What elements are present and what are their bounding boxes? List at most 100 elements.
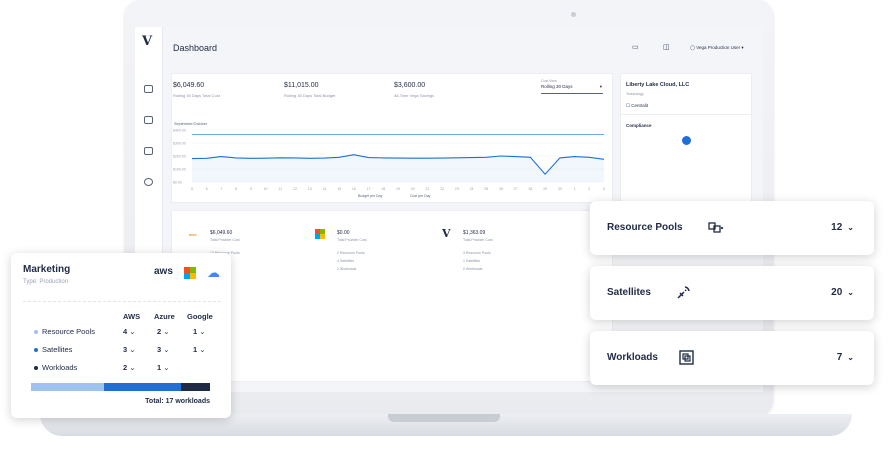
- x-tick-label: 27: [514, 187, 518, 191]
- count-google[interactable]: 1 ⌄: [193, 345, 206, 354]
- sidebar-satellite-icon[interactable]: [144, 116, 153, 124]
- summary-workloads[interactable]: Workloads 7 ⌄: [590, 331, 874, 385]
- count-aws[interactable]: 2 ⌄: [123, 363, 136, 372]
- google-cloud-logo: ☁: [207, 265, 220, 280]
- data-point: [324, 134, 325, 135]
- data-point: [501, 134, 502, 135]
- provider-aws-value: $6,049.60: [210, 230, 233, 236]
- data-point: [383, 157, 384, 158]
- data-point: [412, 134, 413, 135]
- data-point: [250, 134, 251, 135]
- count-aws[interactable]: 4 ⌄: [123, 327, 136, 336]
- cost-view-select[interactable]: Rolling 30 Days ▾: [541, 84, 603, 94]
- data-point: [265, 134, 266, 135]
- chevron-down-icon: ⌄: [127, 345, 136, 354]
- azure-logo: [184, 267, 196, 279]
- chevron-down-icon: ⌄: [197, 345, 206, 354]
- y-tick-label: $300.00: [173, 142, 186, 146]
- x-tick-label: 20: [411, 187, 415, 191]
- summary-count[interactable]: 7 ⌄: [837, 352, 854, 363]
- chevron-down-icon: ⌄: [161, 345, 170, 354]
- kpi-total-cost: $6,049.60: [173, 82, 205, 89]
- data-point: [309, 158, 310, 159]
- data-point: [265, 158, 266, 159]
- provider-azure-label: Total Provider Cost: [337, 238, 367, 242]
- cost-chart: $400.00 $300.00 $200.00 $100.00 $0.00 5 6 7 8 9 10…: [173, 129, 605, 199]
- data-point: [604, 159, 605, 160]
- workloads-icon: [679, 350, 694, 365]
- data-point: [250, 158, 251, 159]
- x-tick-label: 1: [574, 187, 576, 191]
- legend-entry: Cost per Day: [410, 194, 431, 198]
- col-azure: Azure: [154, 312, 175, 321]
- user-menu[interactable]: ◯ Vega Production User ▾: [690, 45, 744, 51]
- marketing-title: Marketing: [23, 264, 71, 275]
- provider-azure-line: 4 Satellites: [337, 259, 355, 263]
- row-color-dot: [34, 348, 38, 352]
- y-tick-label: $200.00: [173, 155, 186, 159]
- data-point: [545, 134, 546, 135]
- data-point: [427, 134, 428, 135]
- provider-vega-line: 1 Satellites: [463, 259, 481, 263]
- vega-logo[interactable]: V: [142, 34, 152, 49]
- marketing-card[interactable]: Marketing Type: Production aws ☁ AWS Azu…: [11, 253, 231, 418]
- summary-resource-pools[interactable]: Resource Pools 12 ⌄: [590, 201, 874, 255]
- count-azure[interactable]: 1 ⌄: [157, 363, 170, 372]
- kpi-total-budget-label: Rolling 30 Days Total Budget: [284, 93, 336, 98]
- summary-satellites[interactable]: Satellites 20 ⌄: [590, 266, 874, 320]
- chevron-down-icon: ⌄: [161, 327, 170, 336]
- row-label: Workloads: [42, 363, 78, 372]
- cost-card: $6,049.60 Rolling 30 Days Total Cost $11…: [171, 73, 613, 203]
- progress-workloads: [181, 383, 210, 391]
- x-tick-label: 10: [264, 187, 268, 191]
- data-point: [339, 157, 340, 158]
- data-point: [412, 158, 413, 159]
- cost-view-value: Rolling 30 Days: [541, 84, 573, 89]
- notification-icon[interactable]: ◫: [663, 43, 670, 51]
- x-tick-label: 11: [278, 187, 282, 191]
- provider-azure-line: 2 Workloads: [337, 267, 357, 271]
- data-point: [515, 156, 516, 157]
- data-point: [280, 157, 281, 158]
- summary-count[interactable]: 12 ⌄: [831, 222, 854, 233]
- count-azure[interactable]: 2 ⌄: [157, 327, 170, 336]
- x-tick-label: 18: [381, 187, 385, 191]
- x-tick-label: 21: [425, 187, 429, 191]
- data-point: [589, 157, 590, 158]
- compliance-badge[interactable]: [682, 136, 691, 145]
- chat-icon[interactable]: ▭: [632, 43, 639, 51]
- provider-azure-line: 2 Resource Pools: [337, 251, 365, 255]
- sidebar-resource-icon[interactable]: [144, 85, 153, 93]
- org-item[interactable]: ☐ Centralit: [626, 103, 648, 109]
- x-tick-label: 22: [440, 187, 444, 191]
- chevron-down-icon: ⌄: [127, 363, 136, 372]
- count-aws[interactable]: 3 ⌄: [123, 345, 136, 354]
- count-azure[interactable]: 3 ⌄: [157, 345, 170, 354]
- x-tick-label: 26: [499, 187, 503, 191]
- workload-distribution-bar: [31, 383, 210, 391]
- kpi-savings: $3,600.00: [394, 82, 426, 89]
- row-label: Satellites: [42, 345, 73, 354]
- x-tick-label: 2: [588, 187, 590, 191]
- data-point: [309, 134, 310, 135]
- data-point: [501, 156, 502, 157]
- sidebar-settings-icon[interactable]: [144, 178, 153, 186]
- summary-label: Satellites: [607, 287, 651, 298]
- chevron-down-icon: ▾: [599, 84, 602, 89]
- laptop-notch: [388, 414, 500, 422]
- chevron-down-icon: ⌄: [161, 363, 170, 372]
- data-point: [295, 157, 296, 158]
- data-point: [206, 158, 207, 159]
- sidebar-workload-icon[interactable]: [144, 147, 153, 155]
- count-google[interactable]: 1 ⌄: [193, 327, 206, 336]
- kpi-total-cost-label: Rolling 30 Days Total Cost: [173, 93, 220, 98]
- chevron-down-icon: ⌄: [847, 223, 854, 232]
- data-point: [574, 134, 575, 135]
- x-tick-label: 16: [352, 187, 356, 191]
- data-point: [427, 158, 428, 159]
- data-point: [324, 158, 325, 159]
- compliance-label: Compliance: [626, 123, 652, 128]
- providers-card: aws $6,049.60 Total Provider Cost 10 Res…: [171, 210, 613, 382]
- summary-count[interactable]: 20 ⌄: [831, 287, 854, 298]
- data-point: [530, 157, 531, 158]
